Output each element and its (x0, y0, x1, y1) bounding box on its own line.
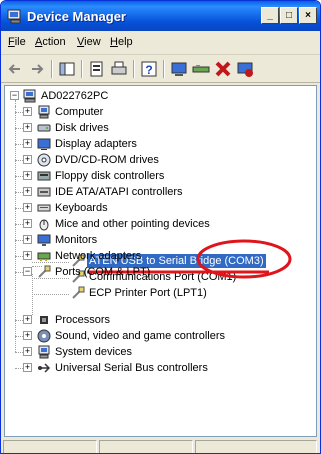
disable-device-icon[interactable] (235, 59, 255, 79)
port-connector-icon (72, 286, 85, 299)
update-driver-icon[interactable] (191, 59, 211, 79)
system-device-icon (38, 345, 50, 359)
dvd-drive-icon (37, 153, 51, 167)
processor-icon (40, 316, 48, 324)
device-manager-icon (7, 9, 21, 24)
expand-toggle[interactable]: + (23, 139, 32, 148)
monitor-icon (37, 234, 51, 246)
sound-icon (37, 329, 51, 343)
tree-connector (15, 224, 23, 225)
network-adapter-icon (37, 252, 51, 261)
collapse-toggle[interactable]: − (23, 267, 32, 276)
expand-toggle[interactable]: + (23, 123, 32, 132)
tree-item-label: Ports (COM & LPT) (55, 266, 151, 278)
expand-toggle[interactable]: + (23, 203, 32, 212)
toolbar-separator (51, 60, 53, 78)
computer-icon (38, 105, 50, 119)
tree-connector (15, 272, 23, 273)
toolbar-separator (133, 60, 135, 78)
device-tree[interactable]: − AD022762PC ATEN USB to Serial Bridge (… (4, 85, 317, 437)
tree-item-label: Display adapters (55, 138, 137, 150)
status-pane (3, 440, 97, 453)
properties-icon[interactable] (87, 59, 107, 79)
tree-item-label: Keyboards (55, 202, 108, 214)
tree-connector (15, 208, 23, 209)
status-bar (1, 438, 320, 453)
expand-toggle[interactable]: + (23, 107, 32, 116)
tree-item-label: Processors (55, 314, 111, 326)
collapse-toggle[interactable]: − (10, 91, 19, 100)
tree-connector (15, 256, 23, 257)
expand-toggle[interactable]: + (23, 315, 32, 324)
expand-toggle[interactable]: + (23, 251, 32, 260)
tree-item-label: Computer (55, 106, 104, 118)
expand-toggle[interactable]: + (23, 235, 32, 244)
tree-item-label: Mice and other pointing devices (55, 218, 210, 230)
expand-toggle[interactable]: + (23, 347, 32, 356)
tree-item-label: DVD/CD-ROM drives (55, 154, 159, 166)
tree-item-label: Network adapters (55, 250, 142, 262)
device-manager-window: Device Manager _ □ × File Action View He… (0, 0, 321, 454)
expand-toggle[interactable]: + (23, 363, 32, 372)
expand-toggle[interactable]: + (23, 155, 32, 164)
forward-arrow-icon[interactable] (27, 59, 47, 79)
status-pane (99, 440, 193, 453)
tree-item-label: System devices (55, 346, 133, 358)
window-title: Device Manager (27, 9, 126, 24)
scan-hardware-changes-icon[interactable] (169, 59, 189, 79)
menu-help[interactable]: Help (110, 36, 133, 48)
tree-item-label: Monitors (55, 234, 98, 246)
help-icon[interactable]: ? (139, 59, 159, 79)
tree-item-label: Disk drives (55, 122, 109, 134)
mouse-icon (39, 219, 49, 231)
display-adapter-icon (37, 138, 51, 150)
expand-toggle[interactable]: + (23, 219, 32, 228)
tree-connector (32, 294, 69, 295)
print-icon[interactable] (109, 59, 129, 79)
tree-connector (15, 144, 23, 145)
menu-action[interactable]: Action (35, 36, 66, 48)
status-pane (195, 440, 317, 453)
disk-drive-icon (37, 124, 51, 132)
tree-connector (15, 192, 23, 193)
tree-connector (15, 336, 23, 337)
expand-toggle[interactable]: + (23, 187, 32, 196)
ports-icon (38, 265, 51, 278)
close-button[interactable]: × (299, 7, 317, 24)
keyboard-icon (37, 204, 51, 212)
toolbar: ? (1, 55, 320, 83)
back-arrow-icon[interactable] (5, 59, 25, 79)
menu-view[interactable]: View (77, 36, 101, 48)
tree-connector (15, 128, 23, 129)
tree-item-label: IDE ATA/ATAPI controllers (55, 186, 183, 198)
expand-toggle[interactable]: + (23, 331, 32, 340)
minimize-button[interactable]: _ (261, 7, 279, 24)
tree-connector (15, 240, 23, 241)
tree-connector (15, 160, 23, 161)
uninstall-icon[interactable] (213, 59, 233, 79)
tree-item-label: Universal Serial Bus controllers (55, 362, 208, 374)
tree-connector (15, 112, 23, 113)
tree-connector (15, 368, 23, 369)
show-hide-console-tree-icon[interactable] (57, 59, 77, 79)
tree-connector (15, 352, 23, 353)
tree-item-label: Floppy disk controllers (55, 170, 165, 182)
usb-icon (38, 363, 51, 373)
floppy-controller-icon (37, 171, 51, 181)
tree-connector (15, 106, 16, 352)
svg-text:?: ? (145, 63, 152, 77)
title-bar[interactable]: Device Manager _ □ × (1, 1, 320, 31)
toolbar-separator (163, 60, 165, 78)
tree-connector (15, 176, 23, 177)
menu-bar: File Action View Help (1, 31, 320, 55)
maximize-button[interactable]: □ (280, 7, 298, 24)
computer-icon (23, 89, 36, 103)
toolbar-separator (81, 60, 83, 78)
expand-toggle[interactable]: + (23, 171, 32, 180)
tree-item-label: Sound, video and game controllers (55, 330, 225, 342)
tree-connector (15, 320, 23, 321)
ide-controller-icon (37, 187, 51, 197)
menu-file[interactable]: File (8, 36, 26, 48)
